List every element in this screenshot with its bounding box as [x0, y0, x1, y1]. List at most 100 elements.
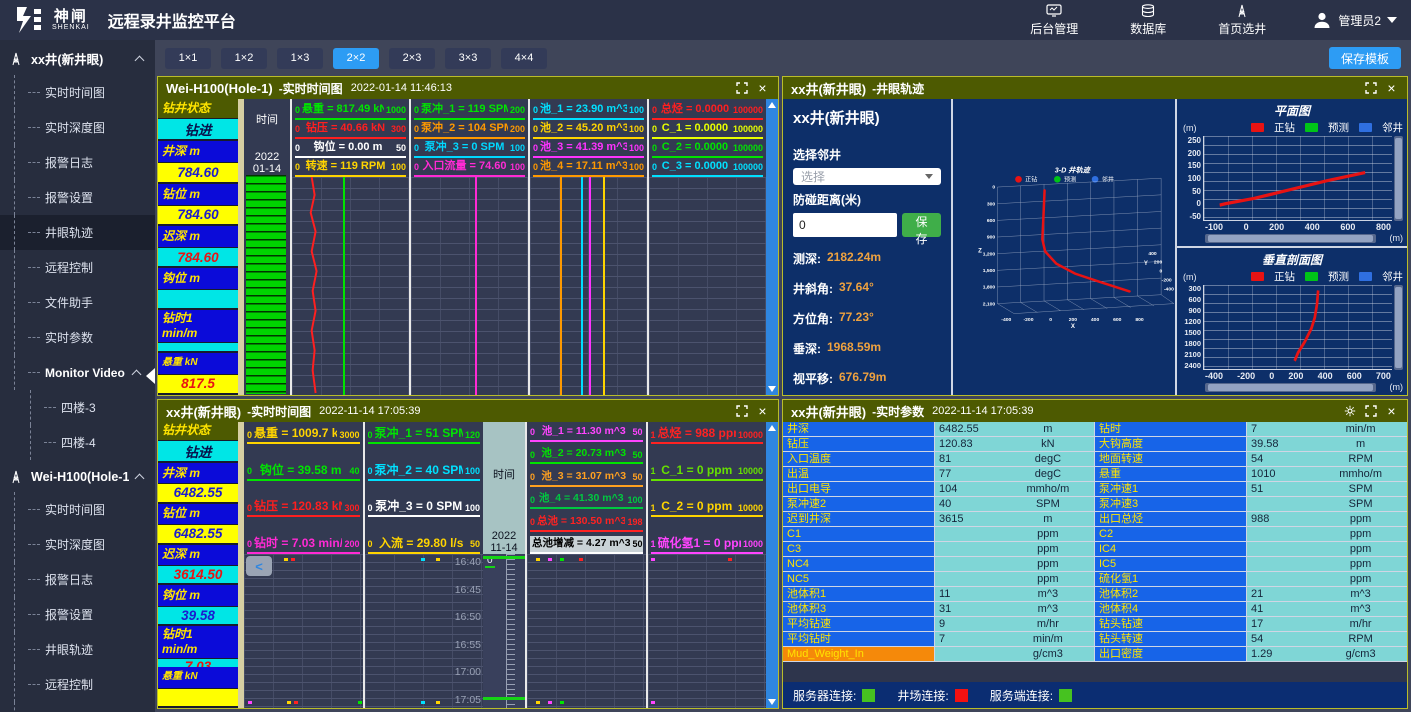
- param-column: 钻井状态 钻进 井深 m 6482.55 钻位 m 6482.55: [158, 422, 238, 708]
- curve-min: 0: [247, 465, 252, 479]
- expand-icon[interactable]: [734, 404, 749, 419]
- nav-home-well-select[interactable]: 首页选井: [1218, 4, 1266, 37]
- sidebar-collapse-handle[interactable]: [146, 368, 155, 384]
- sidebar-tree-item[interactable]: 文件助手: [0, 285, 155, 320]
- close-icon[interactable]: ×: [755, 404, 770, 419]
- horizontal-scrollbar[interactable]: [1205, 234, 1376, 243]
- param-unit: m^3: [1314, 587, 1407, 601]
- legend-label: 正钻: [1025, 176, 1037, 184]
- sidebar-well-2[interactable]: Wei-H100(Hole-1): [0, 460, 155, 492]
- readout-label: 井斜角:: [793, 280, 833, 297]
- legend-chip: [1305, 123, 1318, 132]
- curve-value: C_1 = 0 ppm: [658, 461, 736, 479]
- sidebar-tree-item[interactable]: 报警日志: [0, 562, 155, 597]
- readout-value: 2182.24m: [827, 250, 881, 267]
- nav-label: 后台管理: [1030, 20, 1078, 37]
- back-arrow-button[interactable]: <: [246, 556, 272, 576]
- sidebar-tree-item[interactable]: 四楼-4: [0, 425, 155, 460]
- sidebar-well-1[interactable]: xx井(新井眼): [0, 40, 155, 75]
- scroll-up-icon[interactable]: [768, 102, 776, 108]
- horizontal-scrollbar[interactable]: [1205, 383, 1376, 392]
- grid-layout-button[interactable]: 2×2: [333, 48, 379, 69]
- param-name: 硫化氢1: [1095, 572, 1247, 586]
- close-icon[interactable]: ×: [1384, 81, 1399, 96]
- anti-collision-distance-input[interactable]: [793, 213, 897, 237]
- sidebar-tree-item[interactable]: 报警设置: [0, 597, 155, 632]
- sidebar-item-monitor-video[interactable]: Monitor Video: [0, 355, 155, 390]
- sidebar-tree-item[interactable]: 实时深度图: [0, 527, 155, 562]
- sidebar-tree-item[interactable]: 实时时间图: [0, 75, 155, 110]
- legend-label: 预测: [1328, 120, 1349, 135]
- expand-icon[interactable]: [1363, 404, 1378, 419]
- param-name: NC4: [783, 557, 935, 571]
- grid-layout-button[interactable]: 4×4: [501, 48, 547, 69]
- curve-max: 50: [632, 538, 642, 552]
- sidebar-tree-item[interactable]: 文件助手: [0, 702, 155, 712]
- chevron-down-icon: [925, 174, 933, 179]
- nav-label: 数据库: [1130, 20, 1166, 37]
- tick-label: 200: [1288, 371, 1303, 381]
- sidebar-tree-item[interactable]: 井眼轨迹: [0, 632, 155, 667]
- curve-header: 0 悬重 = 1009.7 kN 3000: [247, 424, 360, 444]
- chevron-up-icon[interactable]: [135, 55, 145, 65]
- user-menu[interactable]: 管理员2: [1312, 10, 1397, 30]
- legend-chip: [1251, 272, 1264, 281]
- tick-label: 0: [1197, 199, 1201, 208]
- vertical-scrollbar[interactable]: [1394, 136, 1403, 221]
- vertical-scrollbar[interactable]: [766, 99, 778, 395]
- sidebar-item-label: 实时时间图: [45, 501, 105, 518]
- sidebar-tree-item[interactable]: 实时时间图: [0, 492, 155, 527]
- param-label: 悬重 kN: [158, 667, 238, 688]
- y-axis-label: Y: [1144, 260, 1148, 267]
- grid-layout-button[interactable]: 3×3: [445, 48, 491, 69]
- param-unit: RPM: [1314, 452, 1407, 466]
- nav-backend-management[interactable]: 后台管理: [1030, 4, 1078, 37]
- track-gas: 0 总烃 = 0.0000 100000 0 C_1 = 0.0000 1000…: [647, 99, 766, 395]
- close-icon[interactable]: ×: [1384, 404, 1399, 419]
- curve-max: 50: [632, 426, 642, 440]
- chevron-up-icon[interactable]: [135, 474, 145, 484]
- vertical-scrollbar[interactable]: [1394, 285, 1403, 370]
- sidebar-item-label: 实时深度图: [45, 119, 105, 136]
- tree-connector: [28, 267, 40, 268]
- sidebar-tree-item[interactable]: 报警设置: [0, 180, 155, 215]
- sidebar-tree-item[interactable]: 报警日志: [0, 145, 155, 180]
- sidebar-tree-item[interactable]: 井眼轨迹: [0, 215, 155, 250]
- scroll-down-icon[interactable]: [768, 386, 776, 392]
- chart-legend: (m) 正钻 预测 邻井: [1181, 269, 1403, 284]
- save-template-button[interactable]: 保存模板: [1329, 47, 1401, 69]
- grid-layout-button[interactable]: 2×3: [389, 48, 435, 69]
- chevron-up-icon[interactable]: [131, 369, 141, 379]
- sidebar-tree-item[interactable]: 远程控制: [0, 667, 155, 702]
- curve-max: 120: [465, 429, 480, 443]
- sidebar-tree-item[interactable]: 四楼-3: [0, 390, 155, 425]
- expand-icon[interactable]: [1363, 81, 1378, 96]
- grid-layout-button[interactable]: 1×1: [165, 48, 211, 69]
- gear-icon[interactable]: [1342, 404, 1357, 419]
- vertical-scrollbar[interactable]: [766, 422, 778, 708]
- scroll-up-icon[interactable]: [768, 425, 776, 431]
- expand-icon[interactable]: [734, 81, 749, 96]
- data-mark: [728, 558, 732, 561]
- close-icon[interactable]: ×: [755, 81, 770, 96]
- grid-layout-button[interactable]: 1×2: [221, 48, 267, 69]
- sidebar-tree-item[interactable]: 实时深度图: [0, 110, 155, 145]
- readout-row: 井斜角: 37.64°: [793, 280, 941, 297]
- tick-label: 600: [1188, 296, 1201, 304]
- status-label: 服务器连接:: [793, 687, 856, 704]
- nav-database[interactable]: 数据库: [1130, 4, 1166, 37]
- panel-title: xx井(新井眼): [166, 402, 241, 421]
- neighbor-well-select[interactable]: 选择: [793, 168, 941, 185]
- sidebar-tree-item[interactable]: 实时参数: [0, 320, 155, 355]
- trajectory-3d-chart[interactable]: 3-D 井轨迹 正钻 预测 邻井: [953, 99, 1175, 395]
- save-button[interactable]: 保存: [902, 213, 941, 237]
- sidebar-tree-item[interactable]: 远程控制: [0, 250, 155, 285]
- track-grid: [292, 177, 409, 395]
- grid-layout-button[interactable]: 1×3: [277, 48, 323, 69]
- scroll-down-icon[interactable]: [768, 699, 776, 705]
- curve-value: C_2 = 0 ppm: [658, 497, 736, 515]
- nav-label: 首页选井: [1218, 20, 1266, 37]
- tree-connector: [28, 544, 40, 545]
- tree-connector: [28, 649, 40, 650]
- curve-header: 0 悬重 = 817.49 kN 1000: [295, 101, 406, 120]
